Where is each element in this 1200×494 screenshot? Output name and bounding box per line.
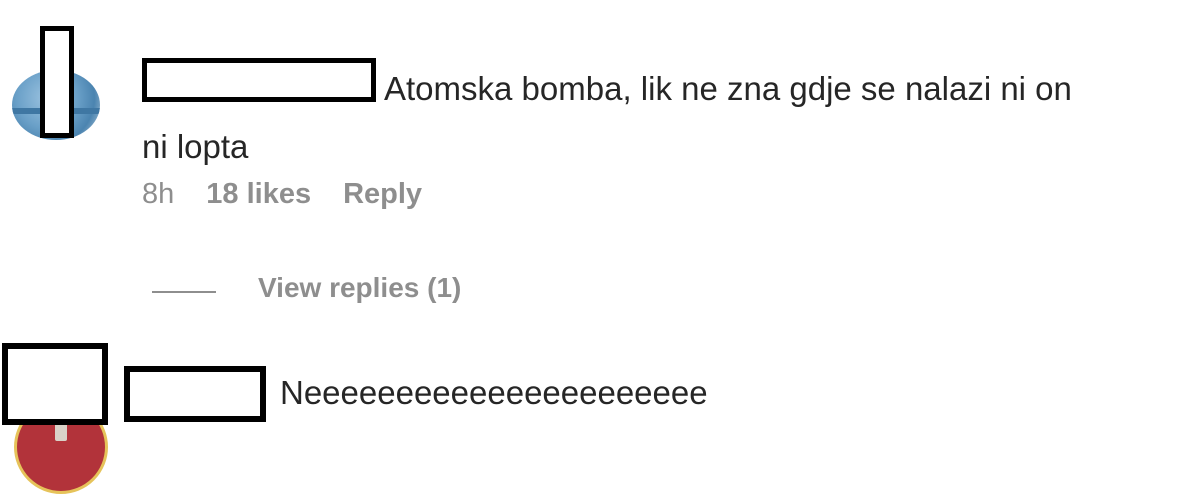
- comment-timestamp: 8h: [142, 178, 175, 210]
- comment-text-line2: ni lopta: [142, 128, 249, 165]
- likes-count[interactable]: 18 likes: [206, 178, 311, 211]
- view-replies-button[interactable]: View replies (1): [258, 272, 461, 304]
- redaction-box: [40, 26, 74, 138]
- redaction-box: [2, 343, 108, 425]
- comment-text: Neeeeeeeeeeeeeeeeeeeeee: [280, 374, 708, 411]
- reply-button[interactable]: Reply: [343, 178, 422, 211]
- username-redaction[interactable]: [124, 366, 266, 422]
- username-redaction[interactable]: [142, 58, 376, 102]
- replies-divider: [152, 291, 216, 293]
- comment-text-line1: Atomska bomba, lik ne zna gdje se nalazi…: [384, 70, 1072, 107]
- comment-meta: 8h 18 likes Reply: [142, 178, 422, 211]
